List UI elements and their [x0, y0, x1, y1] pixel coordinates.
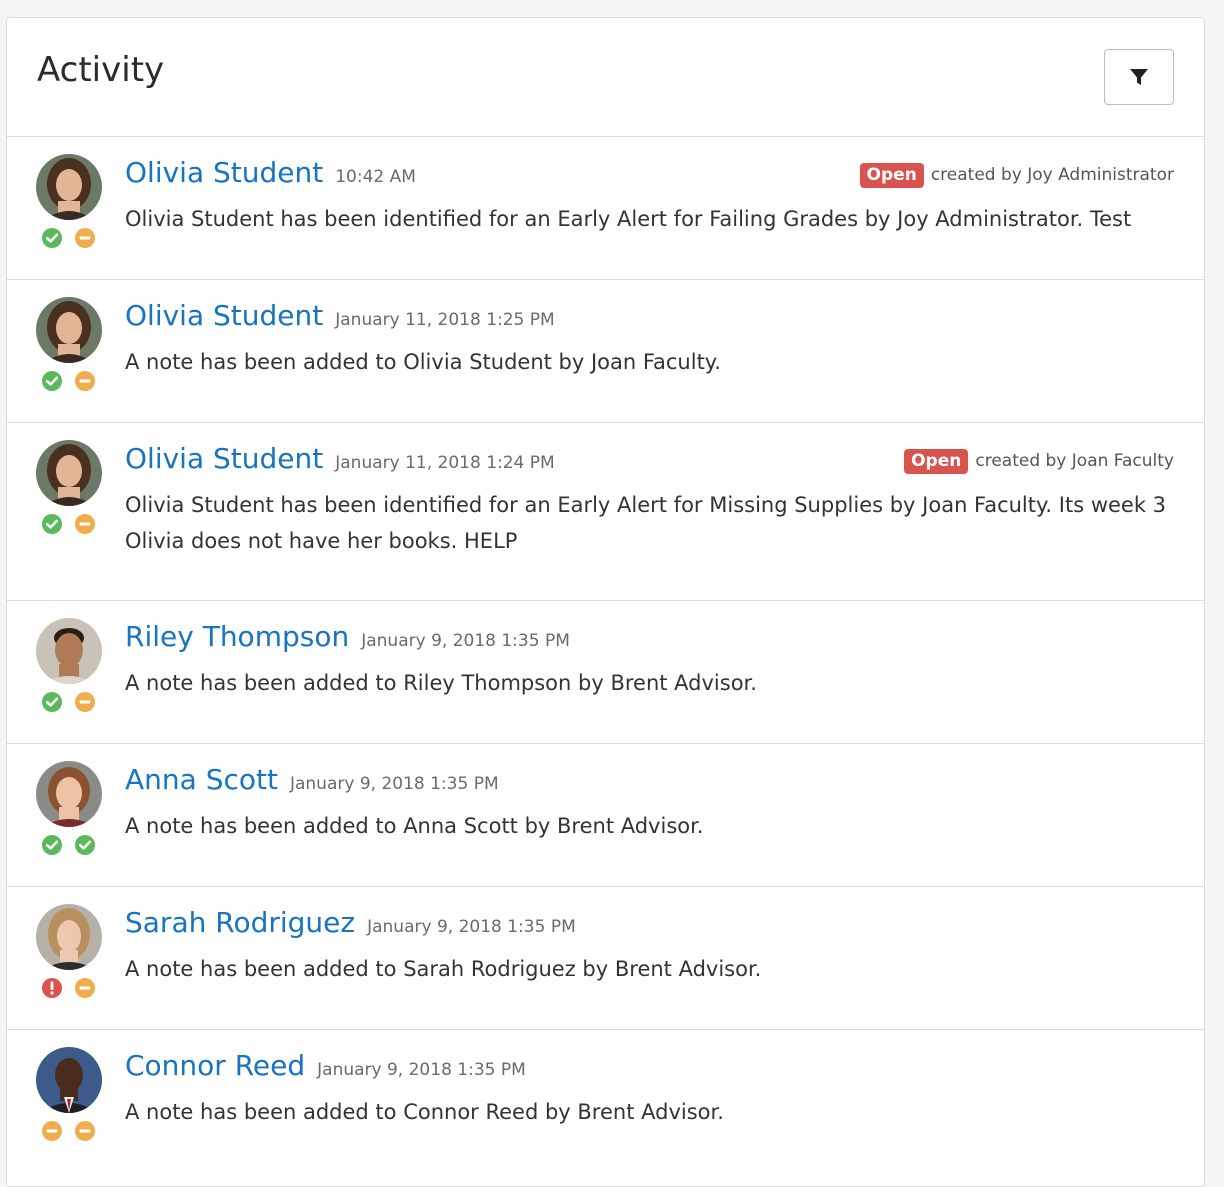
- status-icons: [41, 513, 103, 535]
- student-name-link[interactable]: Olivia Student: [125, 153, 323, 193]
- check-circle-icon: [42, 228, 62, 248]
- avatar[interactable]: [36, 904, 102, 970]
- activity-item: Olivia Student January 11, 2018 1:25 PM …: [7, 280, 1204, 423]
- activity-item: Connor Reed January 9, 2018 1:35 PM A no…: [7, 1030, 1204, 1173]
- minus-circle-icon: [75, 692, 95, 712]
- avatar[interactable]: [36, 154, 102, 220]
- filter-button[interactable]: [1104, 49, 1174, 105]
- check-circle-icon: [75, 835, 95, 855]
- activity-description: A note has been added to Olivia Student …: [125, 350, 721, 374]
- activity-item: Olivia Student January 11, 2018 1:24 PM …: [7, 423, 1204, 601]
- minus-circle-icon: [75, 228, 95, 248]
- check-circle-icon: [42, 692, 62, 712]
- activity-item: Sarah Rodriguez January 9, 2018 1:35 PM …: [7, 887, 1204, 1030]
- item-header: Anna Scott January 9, 2018 1:35 PM: [125, 760, 1174, 800]
- activity-description: A note has been added to Sarah Rodriguez…: [125, 957, 762, 981]
- activity-item: Riley Thompson January 9, 2018 1:35 PM A…: [7, 601, 1204, 744]
- item-header: Connor Reed January 9, 2018 1:35 PM: [125, 1046, 1174, 1086]
- item-header: Sarah Rodriguez January 9, 2018 1:35 PM: [125, 903, 1174, 943]
- activity-item: Olivia Student 10:42 AM Open created by …: [7, 137, 1204, 280]
- avatar[interactable]: [36, 761, 102, 827]
- timestamp: January 9, 2018 1:35 PM: [361, 631, 570, 651]
- timestamp: January 9, 2018 1:35 PM: [289, 774, 499, 794]
- status-icons: [41, 977, 103, 999]
- status-icons: [41, 370, 103, 392]
- minus-circle-icon: [42, 1121, 62, 1141]
- activity-description: Olivia Student has been identified for a…: [125, 493, 1167, 553]
- item-header: Riley Thompson January 9, 2018 1:35 PM: [125, 617, 1174, 657]
- timestamp: January 11, 2018 1:25 PM: [335, 310, 555, 330]
- panel-header: Activity: [7, 18, 1204, 137]
- avatar[interactable]: [36, 440, 102, 506]
- check-circle-icon: [42, 514, 62, 534]
- timestamp: January 11, 2018 1:24 PM: [335, 453, 555, 473]
- activity-panel: Activity Olivia Student 10:42 AM Open cr…: [6, 17, 1205, 1187]
- status-icons: [41, 834, 103, 856]
- item-meta: Open created by Joy Administrator: [859, 159, 1174, 188]
- status-icons: [41, 227, 103, 249]
- timestamp: 10:42 AM: [335, 167, 416, 187]
- minus-circle-icon: [75, 371, 95, 391]
- avatar[interactable]: [36, 618, 102, 684]
- activity-item: Anna Scott January 9, 2018 1:35 PM A not…: [7, 744, 1204, 887]
- page-title: Activity: [37, 50, 165, 90]
- activity-description: A note has been added to Riley Thompson …: [125, 671, 757, 695]
- student-name-link[interactable]: Olivia Student: [125, 296, 323, 336]
- status-badge: Open: [859, 162, 924, 188]
- activity-description: Olivia Student has been identified for a…: [125, 207, 1132, 231]
- student-name-link[interactable]: Riley Thompson: [125, 617, 349, 657]
- avatar[interactable]: [36, 1047, 102, 1113]
- created-by: created by Joy Administrator: [930, 165, 1174, 185]
- item-header: Olivia Student 10:42 AM Open created by …: [125, 153, 1174, 193]
- status-badge: Open: [904, 448, 969, 474]
- check-circle-icon: [42, 371, 62, 391]
- student-name-link[interactable]: Sarah Rodriguez: [125, 903, 355, 943]
- activity-description: A note has been added to Connor Reed by …: [125, 1100, 724, 1124]
- activity-description: A note has been added to Anna Scott by B…: [125, 814, 704, 838]
- item-header: Olivia Student January 11, 2018 1:25 PM: [125, 296, 1174, 336]
- status-icons: [41, 691, 103, 713]
- item-meta: Open created by Joan Faculty: [904, 445, 1174, 474]
- created-by: created by Joan Faculty: [975, 451, 1174, 471]
- minus-circle-icon: [75, 1121, 95, 1141]
- item-header: Olivia Student January 11, 2018 1:24 PM …: [125, 439, 1174, 479]
- timestamp: January 9, 2018 1:35 PM: [367, 917, 576, 937]
- minus-circle-icon: [75, 978, 95, 998]
- timestamp: January 9, 2018 1:35 PM: [317, 1060, 526, 1080]
- student-name-link[interactable]: Anna Scott: [125, 760, 278, 800]
- filter-icon: [1130, 69, 1148, 85]
- activity-list: Olivia Student 10:42 AM Open created by …: [7, 137, 1204, 1173]
- student-name-link[interactable]: Olivia Student: [125, 439, 323, 479]
- check-circle-icon: [42, 835, 62, 855]
- student-name-link[interactable]: Connor Reed: [125, 1046, 305, 1086]
- status-icons: [41, 1120, 103, 1142]
- minus-circle-icon: [75, 514, 95, 534]
- avatar[interactable]: [36, 297, 102, 363]
- alert-circle-icon: [42, 978, 62, 998]
